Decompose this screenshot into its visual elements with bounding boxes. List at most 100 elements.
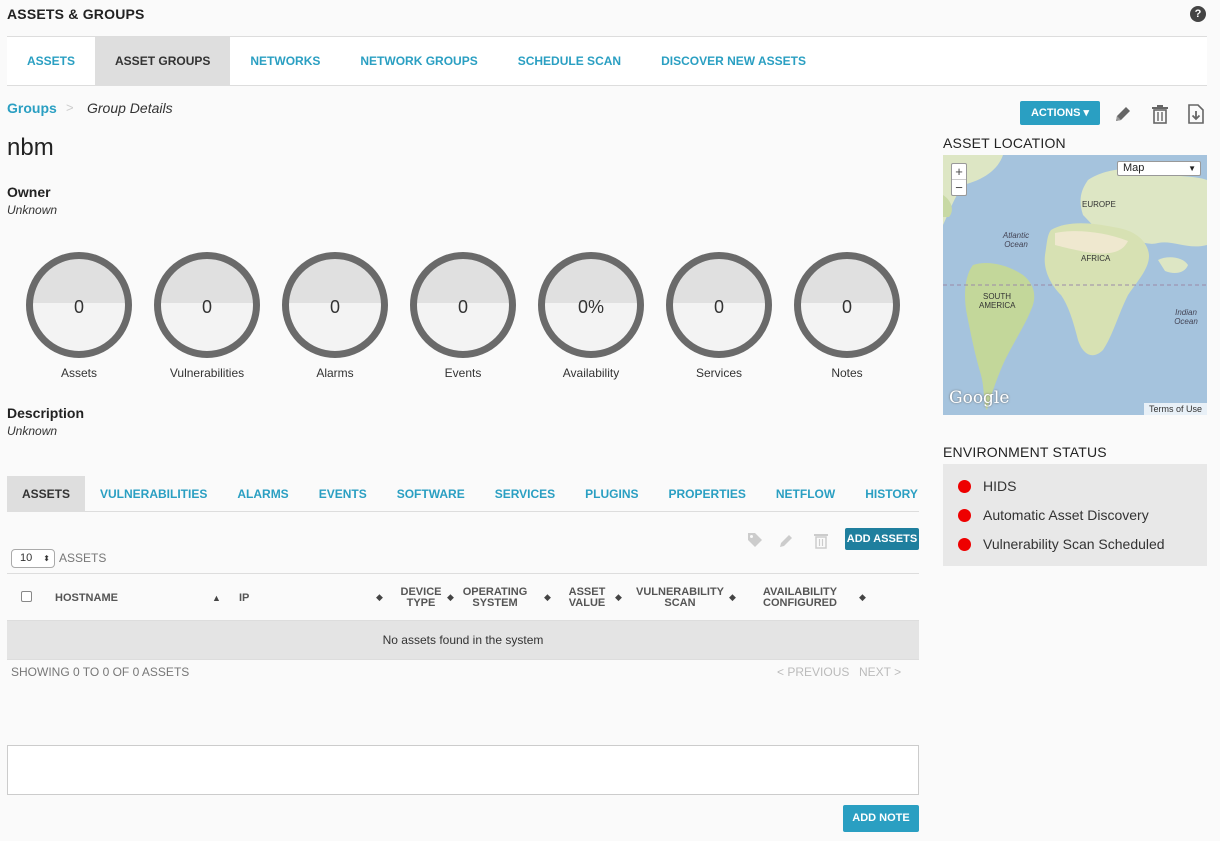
status-dot-icon <box>958 537 971 551</box>
sort-icon[interactable]: ◆ <box>376 592 383 603</box>
env-item-label: Vulnerability Scan Scheduled <box>983 536 1165 552</box>
sort-icon[interactable]: ◆ <box>859 592 866 603</box>
page-size-suffix: ASSETS <box>59 551 107 565</box>
map-type-select[interactable]: Map ▼ <box>1117 161 1201 176</box>
stat-events[interactable]: 0 Events <box>403 252 523 380</box>
delete-asset-icon[interactable] <box>812 531 830 554</box>
page-size-select[interactable]: 10 ⬍ <box>11 549 55 568</box>
stat-value: 0 <box>329 297 340 317</box>
subtab-properties[interactable]: PROPERTIES <box>654 476 761 512</box>
stat-vulnerabilities[interactable]: 0 Vulnerabilities <box>147 252 267 380</box>
column-ip[interactable]: IP <box>239 593 249 604</box>
stat-label: Services <box>695 366 742 380</box>
subtab-history[interactable]: HISTORY <box>850 476 933 512</box>
owner-label: Owner <box>7 184 51 200</box>
breadcrumb-current: Group Details <box>87 100 173 116</box>
subtab-vulnerabilities[interactable]: VULNERABILITIES <box>85 476 222 512</box>
tab-discover-new-assets[interactable]: DISCOVER NEW ASSETS <box>641 37 826 86</box>
map-terms-link[interactable]: Terms of Use <box>1143 403 1207 415</box>
subtab-alarms[interactable]: ALARMS <box>222 476 303 512</box>
stat-value: 0 <box>201 297 212 317</box>
map-zoom-out-button[interactable]: − <box>952 179 966 195</box>
stat-assets[interactable]: 0 Assets <box>19 252 139 380</box>
subtab-assets[interactable]: ASSETS <box>7 476 86 512</box>
environment-status-title: ENVIRONMENT STATUS <box>943 444 1107 460</box>
map-zoom-in-button[interactable]: + <box>952 164 966 179</box>
chevron-down-icon: ▼ <box>1188 164 1196 173</box>
stat-label: Events <box>444 366 482 380</box>
status-dot-icon <box>958 508 971 522</box>
next-page-link[interactable]: NEXT > <box>859 665 901 679</box>
subtab-plugins[interactable]: PLUGINS <box>570 476 653 512</box>
asset-location-title: ASSET LOCATION <box>943 135 1066 151</box>
stat-value: 0 <box>841 297 852 317</box>
trash-icon[interactable] <box>1149 103 1171 125</box>
assets-table-header: HOSTNAME ▲ IP ◆ DEVICE TYPE ◆ OPERATING … <box>7 573 919 620</box>
subtab-services[interactable]: SERVICES <box>480 476 570 512</box>
column-hostname[interactable]: HOSTNAME <box>55 593 118 604</box>
map-label-europe: EUROPE <box>1082 200 1116 209</box>
stat-circle: 0 <box>410 252 516 358</box>
tab-network-groups[interactable]: NETWORK GROUPS <box>340 37 497 86</box>
map-label-south-america: SOUTH AMERICA <box>979 292 1016 310</box>
stat-value: 0 <box>73 297 84 317</box>
owner-value: Unknown <box>7 203 58 217</box>
breadcrumb-groups-link[interactable]: Groups <box>7 100 57 116</box>
stat-value: 0% <box>577 297 604 317</box>
sort-icon[interactable]: ◆ <box>544 592 551 603</box>
subtab-events[interactable]: EVENTS <box>304 476 382 512</box>
map-zoom-control: + − <box>951 163 967 196</box>
column-vulnerability-scan[interactable]: VULNERABILITY SCAN <box>635 587 725 609</box>
stat-label: Notes <box>831 366 863 380</box>
tab-asset-groups[interactable]: ASSET GROUPS <box>95 37 231 86</box>
sort-icon[interactable]: ◆ <box>729 592 736 603</box>
tab-assets[interactable]: ASSETS <box>7 37 95 86</box>
env-item-hids: HIDS <box>958 478 1016 494</box>
asset-location-map[interactable]: + − Map ▼ EUROPE Atlantic Ocean AFRICA S… <box>943 155 1207 415</box>
sort-icon[interactable]: ◆ <box>615 592 622 603</box>
stat-label: Availability <box>562 366 620 380</box>
add-assets-button[interactable]: ADD ASSETS <box>845 528 919 550</box>
env-item-label: HIDS <box>983 478 1017 494</box>
empty-table-row: No assets found in the system <box>7 620 919 660</box>
stat-value: 0 <box>457 297 468 317</box>
tag-icon[interactable] <box>746 531 764 554</box>
stat-alarms[interactable]: 0 Alarms <box>275 252 395 380</box>
help-icon[interactable]: ? <box>1190 6 1206 22</box>
table-showing-info: SHOWING 0 TO 0 OF 0 ASSETS <box>11 665 190 679</box>
stat-notes[interactable]: 0 Notes <box>787 252 907 380</box>
stat-services[interactable]: 0 Services <box>659 252 779 380</box>
select-all-checkbox[interactable] <box>21 591 32 602</box>
page-title: ASSETS & GROUPS <box>7 6 145 22</box>
export-icon[interactable] <box>1185 103 1207 125</box>
stat-availability[interactable]: 0% Availability <box>531 252 651 380</box>
tab-schedule-scan[interactable]: SCHEDULE SCAN <box>498 37 641 86</box>
subtab-netflow[interactable]: NETFLOW <box>761 476 850 512</box>
column-device-type[interactable]: DEVICE TYPE <box>399 587 443 609</box>
add-note-button[interactable]: ADD NOTE <box>843 805 919 832</box>
stat-label: Vulnerabilities <box>169 366 245 380</box>
sort-asc-icon[interactable]: ▲ <box>212 593 221 603</box>
subtab-software[interactable]: SOFTWARE <box>382 476 480 512</box>
main-tab-bar: ASSETS ASSET GROUPS NETWORKS NETWORK GRO… <box>7 36 1207 86</box>
world-map-graphic <box>943 155 1207 415</box>
environment-status-box: HIDS Automatic Asset Discovery Vulnerabi… <box>943 464 1207 566</box>
edit-asset-icon[interactable] <box>778 531 796 554</box>
actions-button[interactable]: ACTIONS ▾ <box>1020 101 1100 125</box>
description-label: Description <box>7 405 85 421</box>
sort-icon[interactable]: ◆ <box>447 592 454 603</box>
edit-icon[interactable] <box>1112 103 1134 125</box>
previous-page-link[interactable]: < PREVIOUS <box>777 665 849 679</box>
env-item-vuln-scan: Vulnerability Scan Scheduled <box>958 536 1165 552</box>
column-operating-system[interactable]: OPERATING SYSTEM <box>460 587 530 609</box>
column-asset-value[interactable]: ASSET VALUE <box>563 587 611 609</box>
map-label-indian-ocean: Indian Ocean <box>1174 308 1198 326</box>
note-input[interactable] <box>7 745 919 795</box>
tab-networks[interactable]: NETWORKS <box>230 37 340 86</box>
stat-circle: 0 <box>26 252 132 358</box>
column-availability-configured[interactable]: AVAILABILITY CONFIGURED <box>752 587 848 609</box>
map-type-value: Map <box>1123 162 1145 174</box>
env-item-asset-discovery: Automatic Asset Discovery <box>958 507 1149 523</box>
stat-circle: 0 <box>794 252 900 358</box>
stat-circle: 0% <box>538 252 644 358</box>
